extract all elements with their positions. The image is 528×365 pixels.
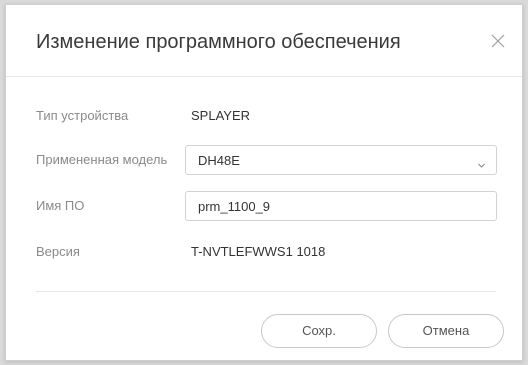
close-icon[interactable] bbox=[490, 33, 506, 49]
footer-divider bbox=[36, 291, 496, 292]
version-value: T-NVTLEFWWS1 1018 bbox=[191, 244, 326, 259]
chevron-down-icon bbox=[477, 157, 486, 168]
software-name-value: prm_1100_9 bbox=[198, 199, 271, 214]
applied-model-select[interactable]: DH48E bbox=[185, 145, 497, 175]
applied-model-label: Примененная модель bbox=[36, 152, 168, 167]
version-label: Версия bbox=[36, 244, 80, 259]
edit-software-dialog: Изменение программного обеспечения Тип у… bbox=[5, 4, 523, 361]
cancel-button[interactable]: Отмена bbox=[388, 314, 504, 348]
device-type-label: Тип устройства bbox=[36, 108, 129, 123]
device-type-row: Тип устройства SPLAYER bbox=[36, 101, 506, 131]
applied-model-selected-value: DH48E bbox=[198, 153, 240, 168]
software-name-row: Имя ПО prm_1100_9 bbox=[36, 191, 506, 221]
device-type-value: SPLAYER bbox=[191, 108, 251, 123]
save-button[interactable]: Сохр. bbox=[261, 314, 377, 348]
dialog-title: Изменение программного обеспечения bbox=[36, 31, 401, 53]
software-name-input[interactable]: prm_1100_9 bbox=[185, 191, 497, 221]
applied-model-row: Примененная модель DH48E bbox=[36, 145, 506, 175]
version-row: Версия T-NVTLEFWWS1 1018 bbox=[36, 237, 506, 267]
software-name-label: Имя ПО bbox=[36, 198, 85, 213]
dialog-header: Изменение программного обеспечения bbox=[6, 5, 522, 77]
